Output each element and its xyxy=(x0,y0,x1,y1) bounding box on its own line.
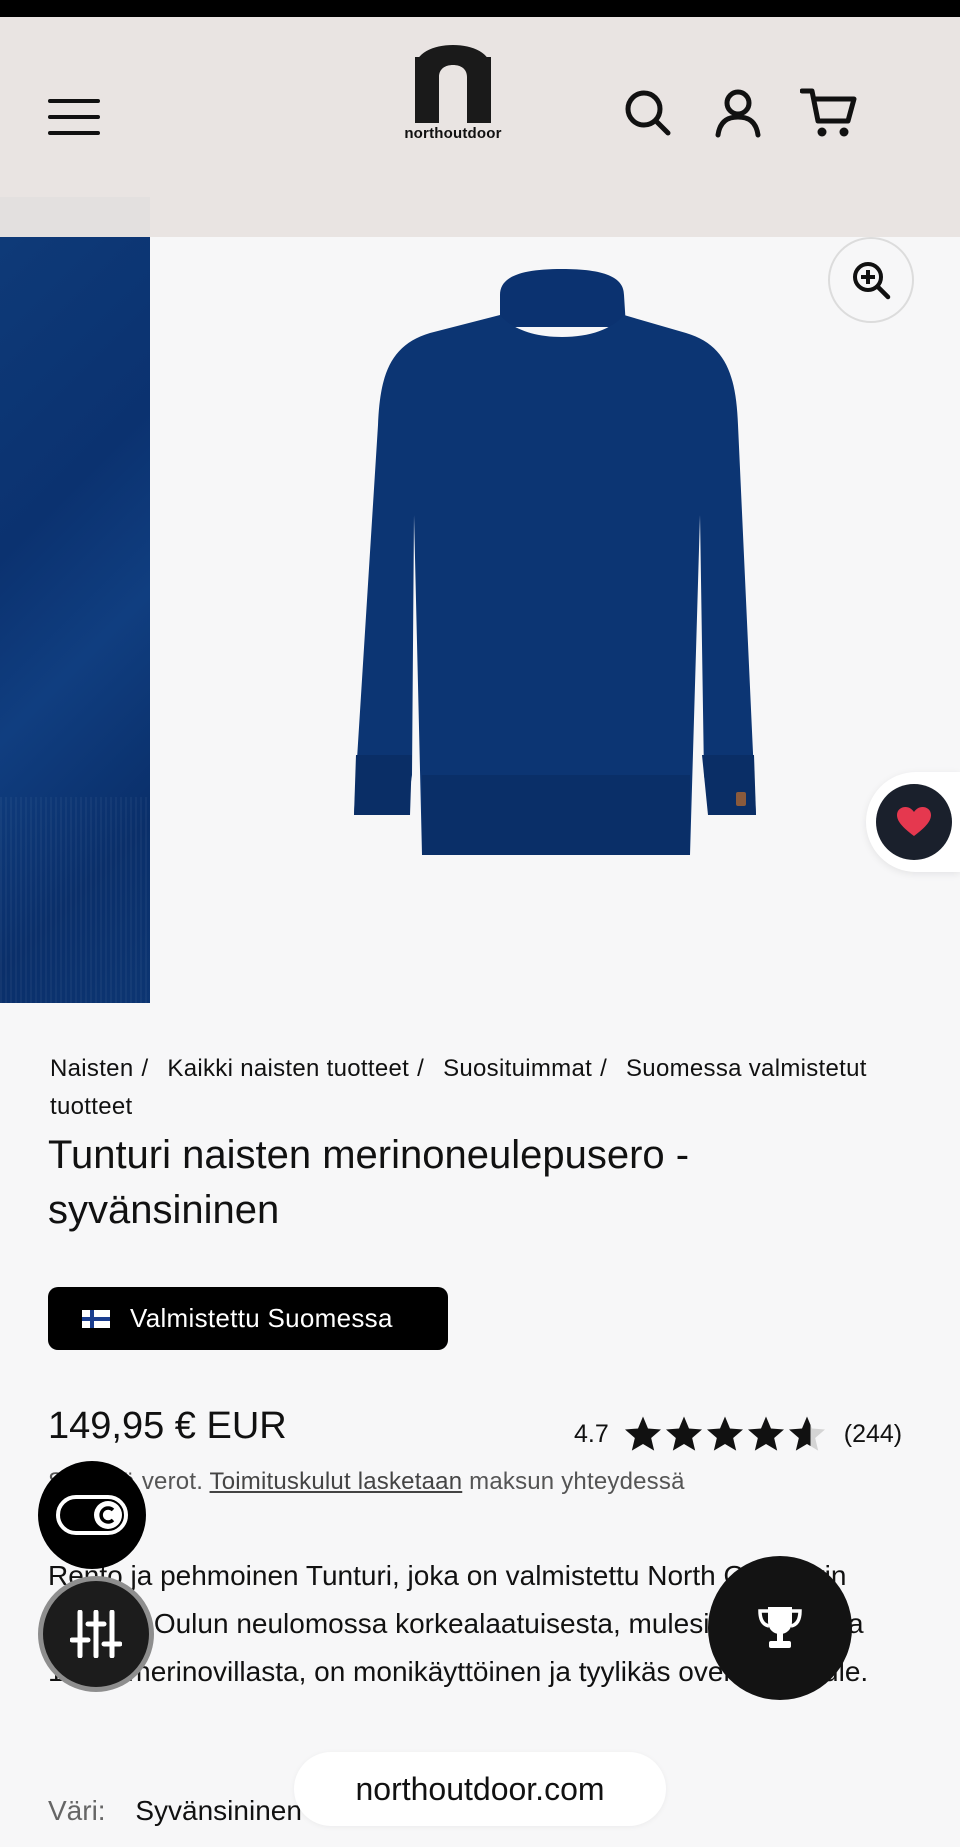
product-image-sweater xyxy=(354,269,756,855)
product-image-detail[interactable] xyxy=(0,237,150,1003)
product-price: 149,95 € EUR xyxy=(48,1405,287,1447)
tax-shipping-note: Sisältää verot. Toimituskulut lasketaan … xyxy=(48,1468,685,1496)
star-icon xyxy=(706,1416,743,1451)
rating-stars xyxy=(623,1414,828,1454)
accessibility-settings-button[interactable] xyxy=(38,1576,154,1692)
logo-mark-icon xyxy=(415,45,491,123)
product-title: Tunturi naisten merinoneulepusero - syvä… xyxy=(48,1133,690,1232)
trophy-icon xyxy=(758,1607,802,1648)
star-icon xyxy=(624,1416,661,1451)
star-half-icon xyxy=(788,1416,825,1451)
gallery-thumbnail-strip xyxy=(0,197,150,237)
user-icon[interactable] xyxy=(712,87,764,139)
cart-icon[interactable] xyxy=(799,87,857,139)
wishlist-button[interactable] xyxy=(876,784,952,860)
badge-label: Valmistettu Suomessa xyxy=(130,1303,393,1333)
search-icon[interactable] xyxy=(622,87,674,139)
status-bar xyxy=(0,0,960,17)
product-rating[interactable]: 4.7 (244) xyxy=(574,1414,902,1454)
rating-score: 4.7 xyxy=(574,1419,609,1448)
made-in-finland-badge: Valmistettu Suomessa xyxy=(48,1287,448,1350)
consent-toggle-button[interactable] xyxy=(38,1461,146,1569)
breadcrumb-item[interactable]: Suosituimmat xyxy=(443,1055,592,1082)
toggle-icon xyxy=(56,1495,128,1535)
brand-logo[interactable]: northoutdoor xyxy=(390,45,516,177)
breadcrumb: Naisten / Kaikki naisten tuotteet / Suosit… xyxy=(50,1050,880,1126)
sliders-icon xyxy=(70,1610,122,1658)
color-value: Syvänsininen xyxy=(135,1795,302,1826)
star-icon xyxy=(665,1416,702,1451)
heart-icon xyxy=(897,807,931,836)
breadcrumb-separator: / xyxy=(600,1055,608,1082)
finland-flag-icon xyxy=(82,1309,110,1328)
star-icon xyxy=(747,1416,784,1451)
zoom-in-icon xyxy=(853,262,891,300)
breadcrumb-separator: / xyxy=(141,1055,149,1082)
hamburger-icon[interactable] xyxy=(48,99,100,135)
tax-suffix: maksun yhteydessä xyxy=(469,1468,685,1495)
breadcrumb-item[interactable]: Kaikki naisten tuotteet xyxy=(167,1055,409,1082)
product-gallery[interactable] xyxy=(0,197,960,1003)
brand-name: northoutdoor xyxy=(404,125,502,142)
shipping-link[interactable]: Toimituskulut lasketaan xyxy=(210,1468,463,1495)
rewards-button[interactable] xyxy=(708,1556,852,1700)
color-selector: Väri: Syvänsininen xyxy=(48,1795,302,1827)
url-text: northoutdoor.com xyxy=(355,1770,605,1807)
wishlist-tab xyxy=(866,772,960,872)
breadcrumb-item[interactable]: Naisten xyxy=(50,1055,133,1082)
browser-url-bar[interactable]: northoutdoor.com xyxy=(294,1752,666,1826)
review-count[interactable]: (244) xyxy=(844,1420,902,1449)
color-label: Väri: xyxy=(48,1795,106,1826)
breadcrumb-separator: / xyxy=(417,1055,425,1082)
zoom-button[interactable] xyxy=(828,237,914,323)
